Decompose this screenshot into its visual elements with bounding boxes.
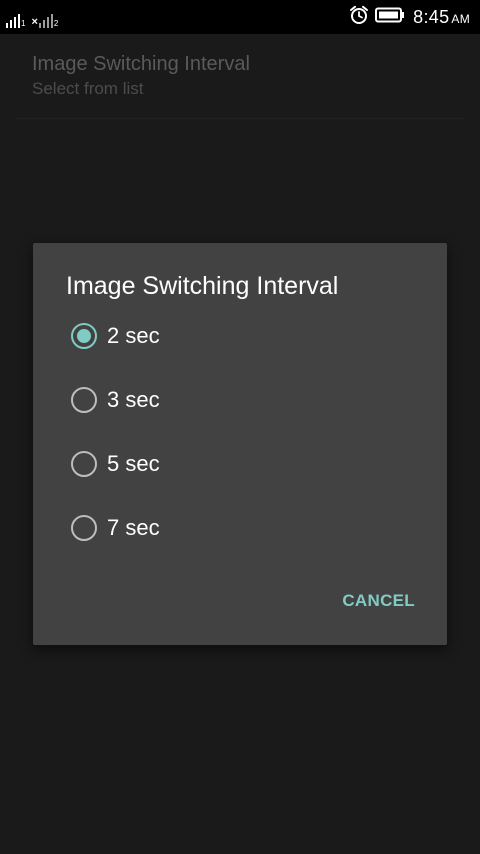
sim2-index-label: 2 <box>53 19 59 28</box>
signal-icon <box>6 14 22 28</box>
option-label: 7 sec <box>107 515 160 540</box>
divider <box>16 118 464 119</box>
no-service-icon: × <box>31 16 38 28</box>
option-label: 5 sec <box>107 451 160 476</box>
sim1-index-label: 1 <box>21 19 26 28</box>
status-bar-signals: 1 × 2 <box>6 8 64 28</box>
signal-no-service-icon <box>38 14 55 28</box>
preference-image-switching-interval[interactable]: Image Switching Interval Select from lis… <box>32 52 250 99</box>
clock-time: 8:45 <box>413 6 450 27</box>
interval-dialog: Image Switching Interval 2 sec 3 sec 5 s… <box>33 243 447 645</box>
dialog-title: Image Switching Interval <box>66 272 339 300</box>
status-bar-right: 8:45 AM <box>349 5 470 30</box>
option-label: 2 sec <box>107 323 160 348</box>
option-2-sec[interactable]: 2 sec <box>71 316 160 356</box>
alarm-clock-icon <box>349 5 369 30</box>
option-7-sec[interactable]: 7 sec <box>71 508 160 548</box>
clock: 8:45 AM <box>413 7 470 28</box>
radio-unchecked-icon[interactable] <box>71 451 97 477</box>
preference-summary: Select from list <box>32 79 144 98</box>
radio-checked-icon[interactable] <box>71 323 97 349</box>
preference-title: Image Switching Interval <box>32 53 250 75</box>
clock-am-pm: AM <box>451 11 470 26</box>
cancel-button[interactable]: CANCEL <box>342 590 415 612</box>
radio-unchecked-icon[interactable] <box>71 515 97 541</box>
radio-unchecked-icon[interactable] <box>71 387 97 413</box>
option-label: 3 sec <box>107 387 160 412</box>
option-5-sec[interactable]: 5 sec <box>71 444 160 484</box>
battery-icon <box>375 7 405 28</box>
status-bar: 1 × 2 8:45 AM <box>0 0 480 34</box>
option-3-sec[interactable]: 3 sec <box>71 380 160 420</box>
